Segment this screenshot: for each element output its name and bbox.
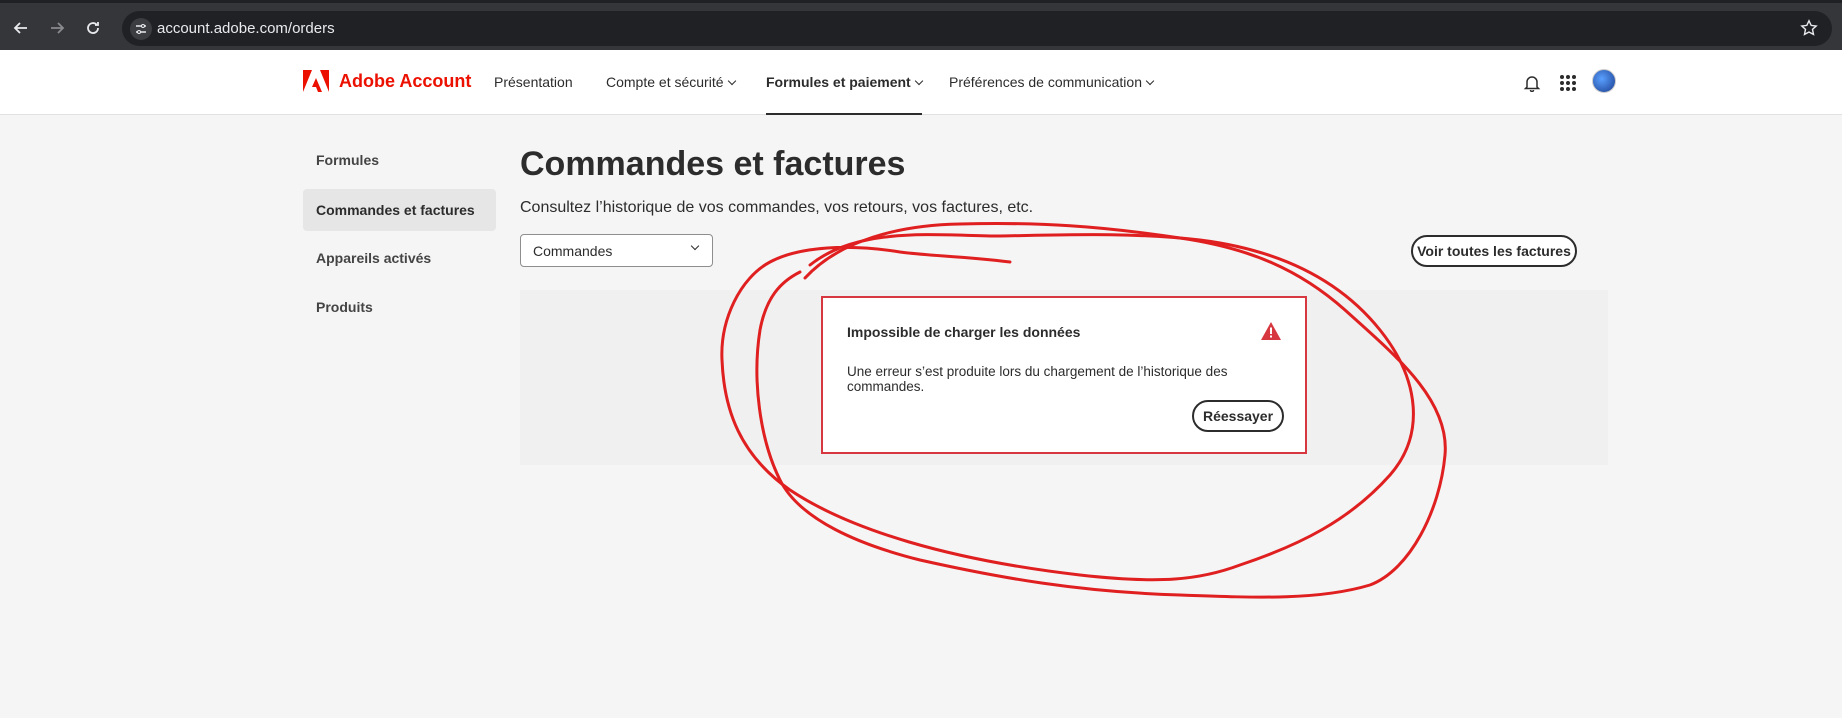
app-header: Adobe Account Présentation Compte et séc… bbox=[0, 50, 1842, 115]
sidebar-item-products[interactable]: Produits bbox=[303, 286, 496, 328]
sidebar-item-label: Formules bbox=[316, 152, 380, 168]
error-title: Impossible de charger les données bbox=[847, 324, 1081, 340]
sidebar-item-label: Commandes et factures bbox=[316, 202, 475, 218]
sidebar-item-devices[interactable]: Appareils activés bbox=[303, 237, 496, 279]
apps-grid-icon[interactable] bbox=[1556, 71, 1580, 95]
sidebar-item-orders-invoices[interactable]: Commandes et factures bbox=[303, 189, 496, 231]
button-label: Voir toutes les factures bbox=[1417, 243, 1571, 259]
star-icon[interactable] bbox=[1800, 19, 1820, 39]
logo-text: Adobe Account bbox=[339, 70, 472, 91]
chevron-down-icon bbox=[1145, 76, 1155, 85]
forward-arrow-icon[interactable] bbox=[46, 17, 68, 39]
sidebar-item-label: Appareils activés bbox=[316, 250, 432, 266]
adobe-logo-icon bbox=[303, 70, 329, 92]
retry-button[interactable]: Réessayer bbox=[1192, 400, 1284, 432]
nav-label: Présentation bbox=[494, 74, 573, 90]
sidebar-item-label: Produits bbox=[316, 299, 373, 315]
error-alert: Impossible de charger les données Une er… bbox=[821, 296, 1307, 454]
nav-label: Formules et paiement bbox=[766, 74, 911, 90]
sidebar-item-formules[interactable]: Formules bbox=[303, 139, 496, 181]
back-arrow-icon[interactable] bbox=[10, 17, 32, 39]
nav-communication-preferences[interactable]: Préférences de communication bbox=[949, 50, 1155, 114]
nav-presentation[interactable]: Présentation bbox=[494, 50, 573, 114]
nav-plans-payment[interactable]: Formules et paiement bbox=[766, 50, 923, 115]
bell-icon[interactable] bbox=[1520, 71, 1544, 95]
chevron-down-icon bbox=[727, 76, 736, 85]
site-settings-icon[interactable] bbox=[130, 18, 152, 40]
error-message: Une erreur s’est produite lors du charge… bbox=[847, 364, 1228, 394]
url-text[interactable]: account.adobe.com/orders bbox=[157, 20, 335, 37]
address-bar[interactable]: account.adobe.com/orders bbox=[122, 11, 1832, 46]
nav-label: Préférences de communication bbox=[949, 74, 1142, 90]
page-subtitle: Consultez l’historique de vos commandes,… bbox=[520, 199, 1034, 216]
adobe-logo[interactable]: Adobe Account bbox=[303, 70, 471, 92]
chevron-down-icon bbox=[914, 76, 923, 85]
avatar[interactable] bbox=[1592, 69, 1616, 93]
alert-triangle-icon bbox=[1261, 322, 1281, 340]
nav-label: Compte et sécurité bbox=[606, 74, 724, 90]
chevron-down-icon bbox=[690, 241, 700, 251]
nav-account-security[interactable]: Compte et sécurité bbox=[606, 50, 736, 114]
select-value: Commandes bbox=[533, 242, 613, 259]
orders-type-select[interactable]: Commandes bbox=[520, 234, 713, 267]
reload-icon[interactable] bbox=[82, 17, 104, 39]
view-all-invoices-button[interactable]: Voir toutes les factures bbox=[1411, 235, 1577, 267]
browser-toolbar: account.adobe.com/orders bbox=[0, 0, 1842, 50]
page-title: Commandes et factures bbox=[520, 145, 906, 183]
button-label: Réessayer bbox=[1202, 408, 1274, 424]
